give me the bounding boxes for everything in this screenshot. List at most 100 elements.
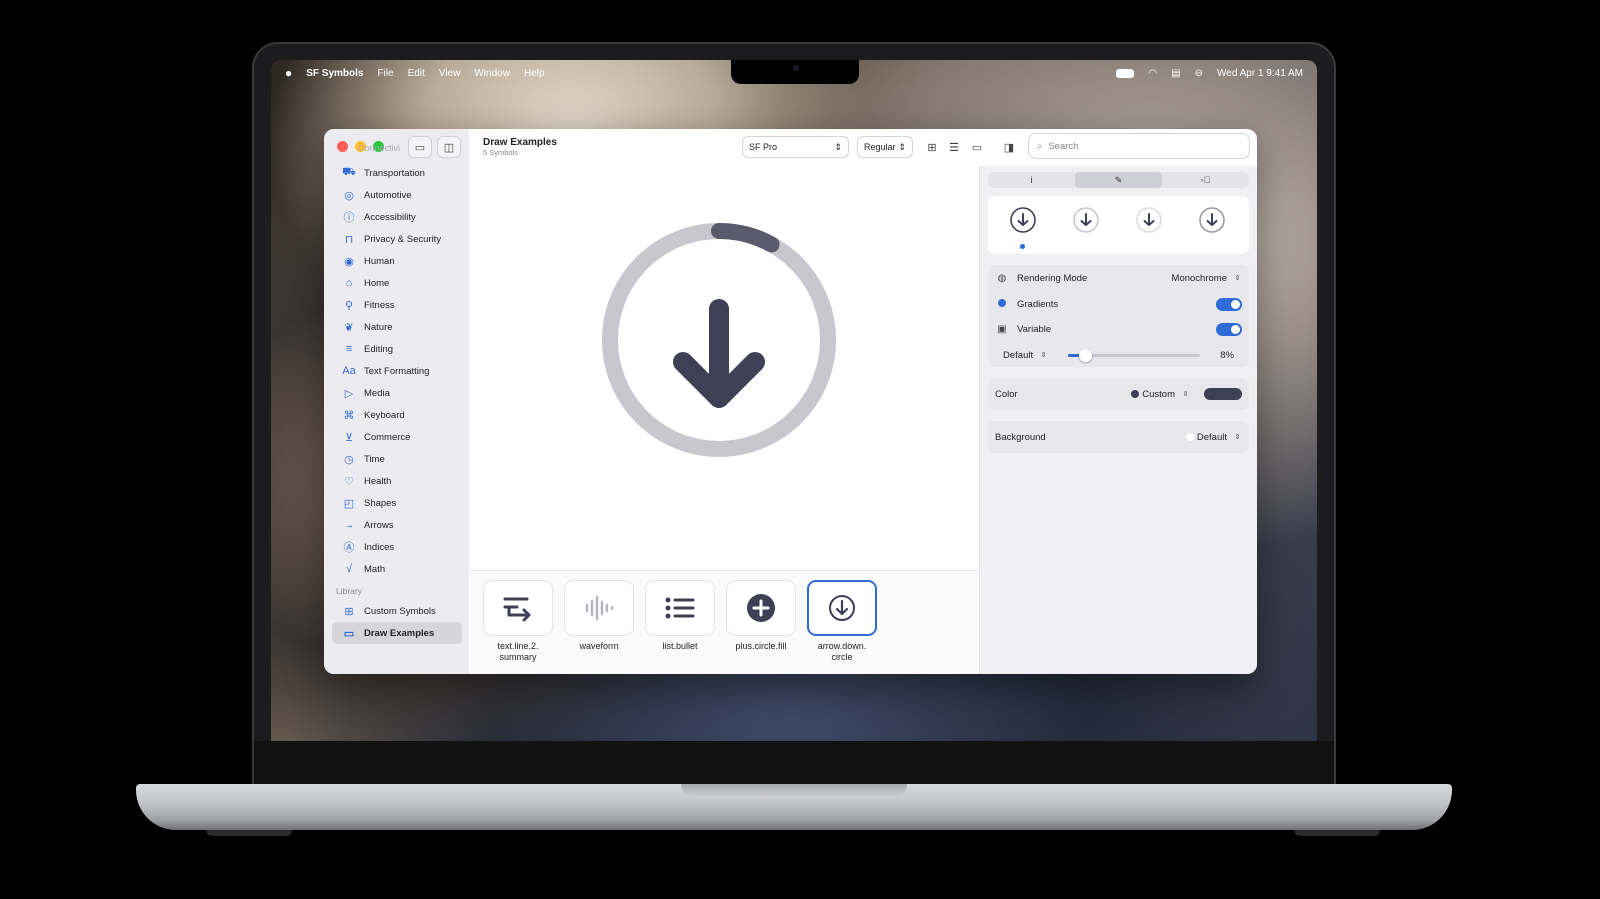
color-well[interactable] bbox=[1204, 388, 1242, 400]
tab-animation[interactable]: ◦⃝ bbox=[1162, 172, 1249, 188]
gradient-dot-icon bbox=[995, 298, 1009, 310]
sidebar-item-math[interactable]: √ Math bbox=[332, 558, 462, 580]
color-row: Color Custom ⇕ bbox=[988, 381, 1249, 407]
sidebar-item-arrows[interactable]: → Arrows bbox=[332, 514, 462, 536]
rendering-mode-row: ◍ Rendering Mode Monochrome ⇕ bbox=[988, 265, 1249, 291]
variant-arrow-down-circle-icon[interactable] bbox=[1198, 206, 1226, 234]
background-settings: Background Default ⇕ bbox=[988, 421, 1249, 453]
rendering-variants bbox=[988, 196, 1249, 254]
sidebar-item-label: Privacy & Security bbox=[364, 233, 442, 245]
sidebar-item-transportation[interactable]: ⛟ Transportation bbox=[332, 162, 462, 184]
sidebar-item-home[interactable]: ⌂ Home bbox=[332, 272, 462, 294]
collection-title: Draw Examples 5 Symbols bbox=[483, 137, 557, 157]
font-family-popup[interactable]: SF Pro ⇕ bbox=[742, 136, 849, 158]
sidebar-item-nature[interactable]: ❦ Nature bbox=[332, 316, 462, 338]
symbol-tile-arrow-down-circle[interactable] bbox=[807, 580, 877, 636]
font-family-value: SF Pro bbox=[749, 142, 778, 152]
sidebar-item-editing[interactable]: ≡ Editing bbox=[332, 338, 462, 360]
variable-mode-value[interactable]: Default bbox=[1003, 350, 1033, 361]
tab-draw[interactable]: ✎ bbox=[1075, 172, 1162, 188]
color-mode-value[interactable]: Custom bbox=[1142, 389, 1175, 400]
menu-help[interactable]: Help bbox=[524, 68, 545, 79]
palette-icon: ◍ bbox=[997, 272, 1007, 284]
up-down-chevron-icon[interactable]: ⇕ bbox=[1233, 431, 1242, 443]
sidebar-item-accessibility[interactable]: ⓘ Accessibility bbox=[332, 206, 462, 228]
grid-view-button[interactable]: ⊞ bbox=[922, 136, 942, 158]
symbol-tile-text-line-2-summary[interactable] bbox=[483, 580, 553, 636]
gallery-view-button[interactable]: ▭ bbox=[967, 136, 987, 158]
arrow-down-circle-icon bbox=[829, 595, 855, 621]
circle-a-icon: Ⓐ bbox=[343, 542, 355, 554]
play-pause-icon: ▷ bbox=[344, 387, 354, 400]
apple-menu-icon[interactable]: ● bbox=[285, 66, 292, 80]
symbol-label: arrow.down. circle bbox=[817, 641, 867, 662]
sidebar-item-draw-examples[interactable]: ▭ Draw Examples bbox=[332, 622, 462, 644]
slider-knob[interactable] bbox=[1078, 349, 1092, 362]
sidebar-item-label: Human bbox=[364, 255, 395, 267]
sidebar-item-label: Text Formatting bbox=[364, 365, 430, 377]
rendering-mode-popup[interactable]: Monochrome ⇕ bbox=[1172, 272, 1242, 284]
sidebar-item-automotive[interactable]: ◎ Automotive bbox=[332, 184, 462, 206]
sidebar-item-time[interactable]: ◷ Time bbox=[332, 448, 462, 470]
variable-value-slider[interactable] bbox=[1068, 349, 1200, 362]
sidebar-item-privacy-security[interactable]: ⊓ Privacy & Security bbox=[332, 228, 462, 250]
sidebar-item-label: Home bbox=[364, 277, 390, 289]
sidebar-item-commerce[interactable]: ⊻ Commerce bbox=[332, 426, 462, 448]
menu-file[interactable]: File bbox=[378, 68, 394, 79]
control-center-icon[interactable]: ▤ bbox=[1171, 68, 1180, 79]
sidebar-item-shapes[interactable]: ◰ Shapes bbox=[332, 492, 462, 514]
battery-icon[interactable] bbox=[1116, 68, 1135, 78]
toggle-inspector-button[interactable]: ◨ bbox=[999, 136, 1019, 158]
menu-window[interactable]: Window bbox=[474, 68, 510, 79]
symbol-tile-list-bullet[interactable] bbox=[645, 580, 715, 636]
sidebar-item-health[interactable]: ♡ Health bbox=[332, 470, 462, 492]
tab-info[interactable]: i bbox=[988, 172, 1075, 188]
background-color-dot bbox=[1185, 433, 1194, 441]
sidebar-item-label: Nature bbox=[364, 321, 393, 333]
rendering-settings: ◍ Rendering Mode Monochrome ⇕ Gradients ▣… bbox=[988, 265, 1249, 367]
up-down-chevron-icon[interactable]: ⇕ bbox=[1181, 388, 1190, 400]
menu-edit[interactable]: Edit bbox=[408, 68, 425, 79]
menu-view[interactable]: View bbox=[439, 68, 461, 79]
font-weight-popup[interactable]: Regular ⇕ bbox=[857, 136, 913, 158]
symbol-tile-plus-circle-fill[interactable] bbox=[726, 580, 796, 636]
sidebar-item-custom-symbols[interactable]: ⊞ Custom Symbols bbox=[332, 600, 462, 622]
folder-icon: ▭ bbox=[343, 627, 355, 640]
close-window-button[interactable] bbox=[337, 141, 348, 152]
menu-clock[interactable]: Wed Apr 1 9:41 AM bbox=[1217, 68, 1303, 79]
variable-toggle[interactable] bbox=[1216, 322, 1242, 336]
gradients-toggle[interactable] bbox=[1216, 297, 1242, 311]
toggle-sidebar-button[interactable]: ◫ bbox=[437, 136, 461, 158]
search-field[interactable]: ⌕ Search bbox=[1028, 133, 1250, 159]
new-collection-button[interactable]: ▭ bbox=[408, 136, 432, 158]
sidebar-item-label: Media bbox=[364, 387, 390, 399]
square-root-icon: √ bbox=[345, 563, 353, 575]
camera-notch bbox=[731, 60, 859, 84]
variant-arrow-down-circle-icon[interactable] bbox=[1072, 206, 1100, 234]
up-down-chevron-icon[interactable]: ⇕ bbox=[1039, 349, 1048, 361]
app-menu[interactable]: SF Symbols bbox=[306, 68, 363, 79]
heart-icon: ♡ bbox=[344, 475, 354, 488]
list-view-icon: ☰ bbox=[949, 141, 959, 154]
background-label: Background bbox=[995, 431, 1046, 443]
user-switcher-icon[interactable]: ⊖ bbox=[1195, 68, 1203, 79]
sliders-icon: ≡ bbox=[345, 343, 353, 355]
symbol-tile-waveform[interactable] bbox=[564, 580, 634, 636]
list-view-button[interactable]: ☰ bbox=[944, 136, 964, 158]
sidebar-item-label: Math bbox=[364, 563, 386, 575]
sidebar-item-media[interactable]: ▷ Media bbox=[332, 382, 462, 404]
sidebar-item-human[interactable]: ◉ Human bbox=[332, 250, 462, 272]
variant-arrow-down-circle-icon[interactable] bbox=[1009, 206, 1037, 234]
sidebar-item-indices[interactable]: Ⓐ Indices bbox=[332, 536, 462, 558]
variant-arrow-down-circle-icon[interactable] bbox=[1135, 206, 1163, 234]
gallery-view-icon: ▭ bbox=[971, 141, 983, 154]
sidebar-item-text-formatting[interactable]: Aa Text Formatting bbox=[332, 360, 462, 382]
page-title: Draw Examples bbox=[483, 137, 557, 148]
sidebar-item-fitness[interactable]: ⚲ Fitness bbox=[332, 294, 462, 316]
background-value[interactable]: Default bbox=[1197, 432, 1227, 443]
list-bullet-icon bbox=[665, 597, 695, 619]
sidebar-item-connectivity[interactable]: Connectivi bbox=[358, 143, 400, 153]
sidebar-item-keyboard[interactable]: ⌘ Keyboard bbox=[332, 404, 462, 426]
wifi-icon[interactable]: ◠ bbox=[1148, 68, 1157, 79]
selected-variant-indicator bbox=[1020, 244, 1025, 249]
